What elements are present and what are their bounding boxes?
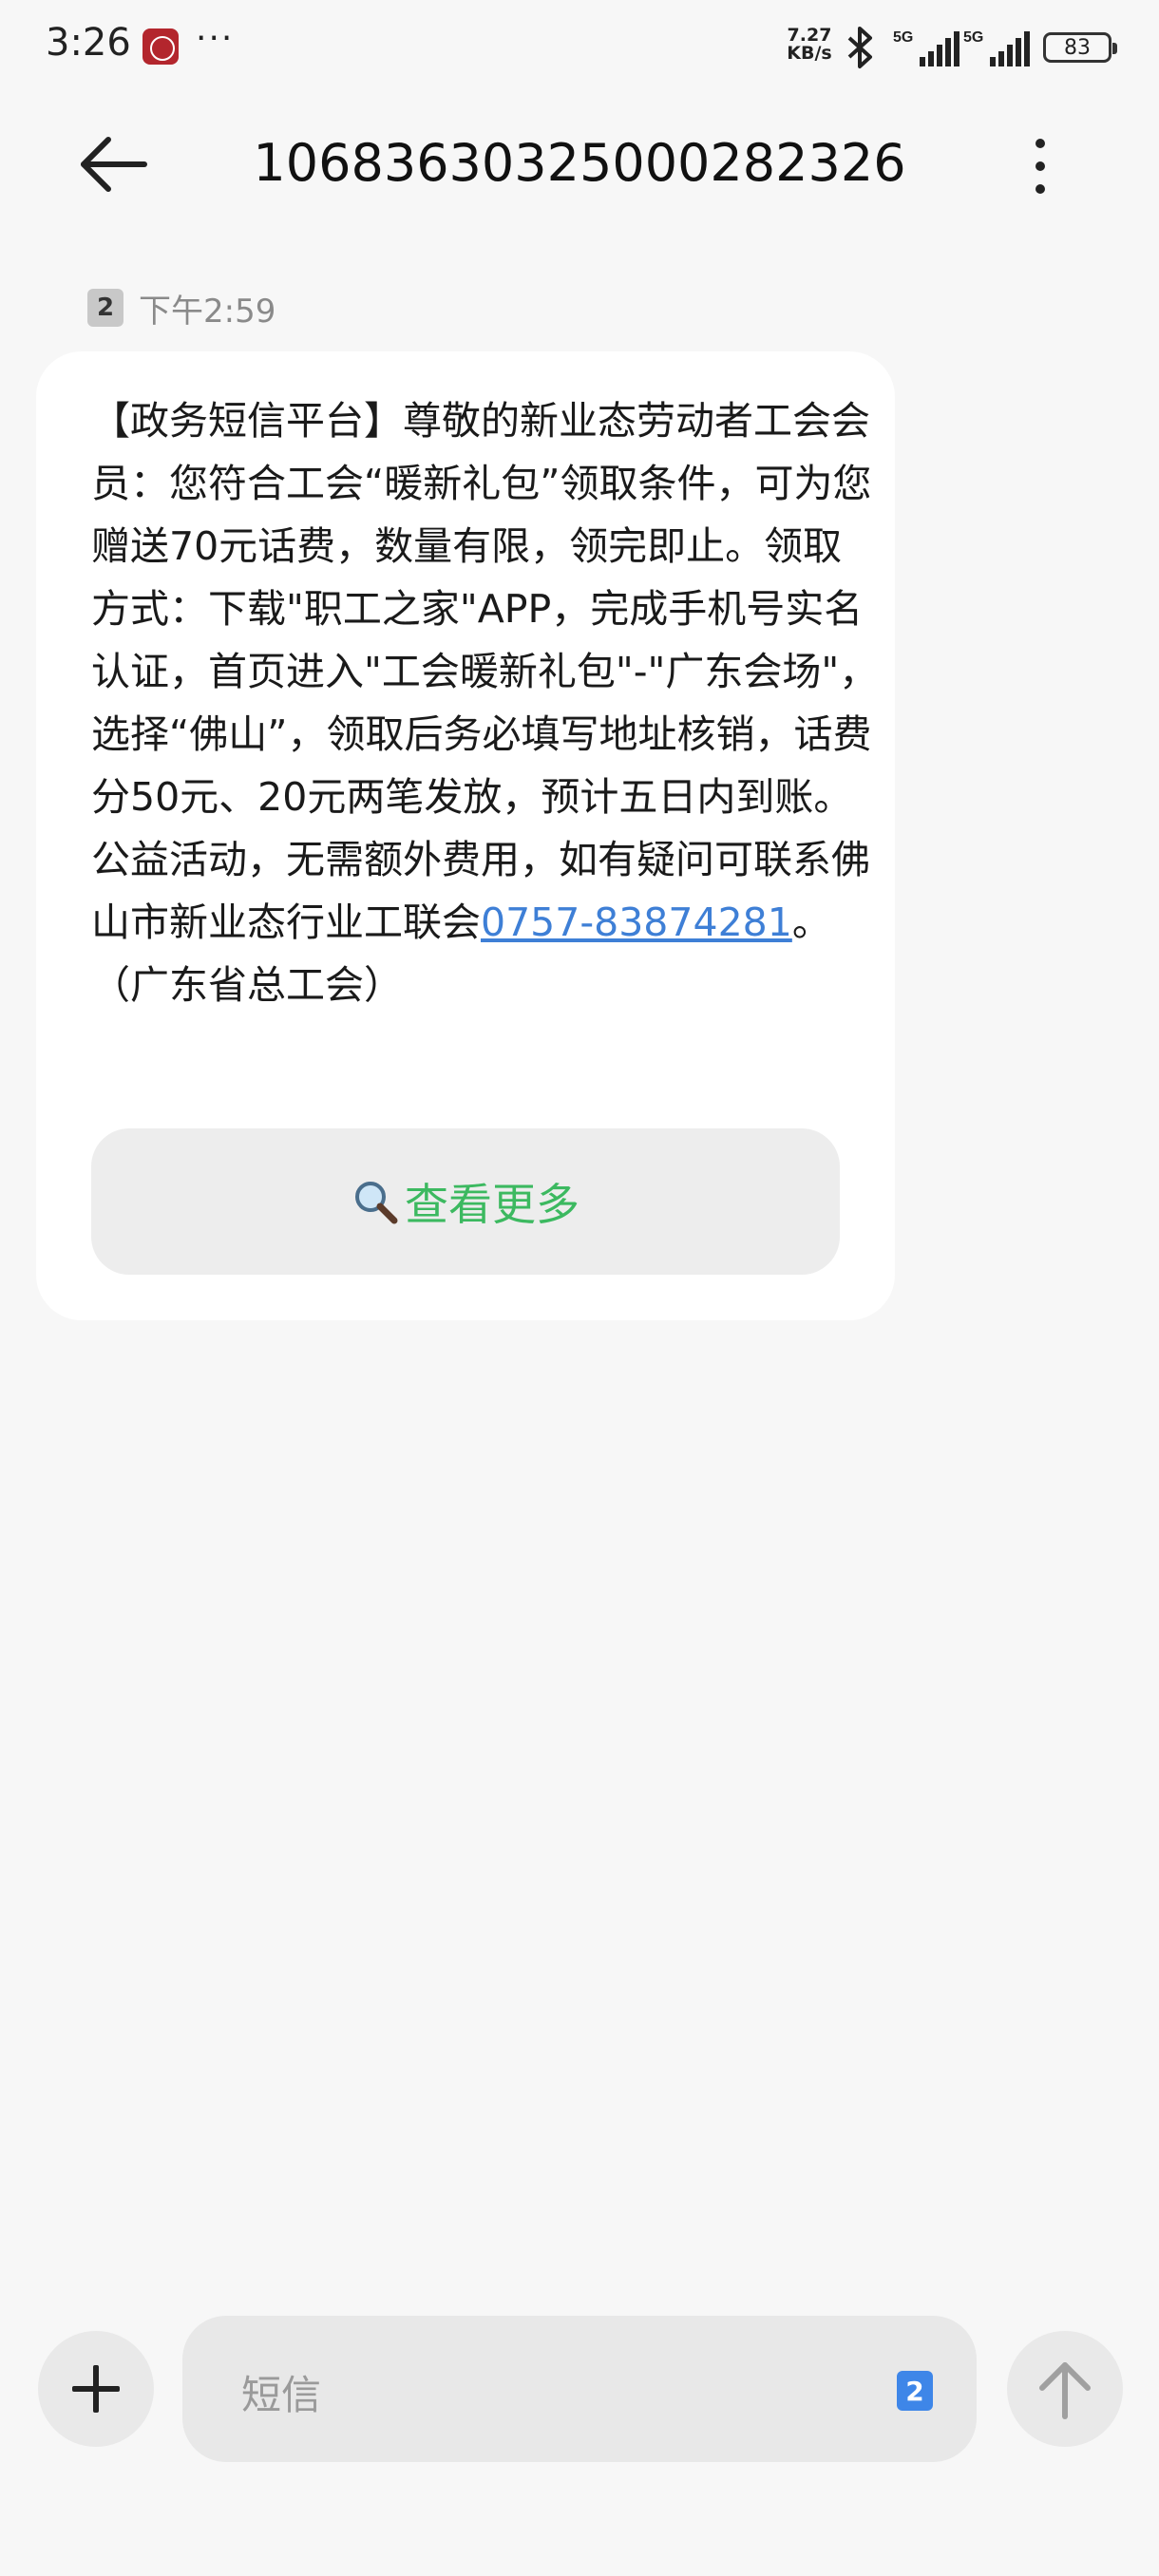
battery-level: 83 bbox=[1064, 35, 1091, 60]
message-text: 【政务短信平台】尊敬的新业态劳动者工会会员：您符合工会“暖新礼包”领取条件，可为… bbox=[91, 398, 879, 945]
message-bubble[interactable]: 【政务短信平台】尊敬的新业态劳动者工会会员：您符合工会“暖新礼包”领取条件，可为… bbox=[36, 351, 895, 1320]
battery-icon: 83 bbox=[1043, 32, 1117, 63]
signal-label: 5G bbox=[963, 29, 983, 46]
contact-number: 10683630325000282326 bbox=[253, 133, 906, 193]
bank-app-notification-icon bbox=[142, 28, 179, 65]
status-bar: 3:26 ··· 7.27 KB/s 5G 5G 83 bbox=[0, 0, 1159, 95]
view-more-button[interactable]: 查看更多 bbox=[91, 1128, 840, 1275]
signal-label: 5G bbox=[893, 29, 913, 46]
message-body: 【政务短信平台】尊敬的新业态劳动者工会会员：您符合工会“暖新礼包”领取条件，可为… bbox=[91, 389, 880, 1016]
message-time: 下午2:59 bbox=[139, 292, 276, 331]
search-icon bbox=[355, 1182, 398, 1224]
sim-slot-badge: 2 bbox=[87, 289, 124, 327]
view-more-label: 查看更多 bbox=[405, 1179, 580, 1230]
send-arrow-icon bbox=[1039, 2362, 1091, 2419]
more-notifications-icon: ··· bbox=[196, 19, 235, 58]
sim-select-badge[interactable]: 2 bbox=[897, 2371, 933, 2411]
conversation-header: 10683630325000282326 bbox=[0, 104, 1159, 228]
plus-icon[interactable] bbox=[38, 2331, 154, 2447]
signal-icon: 5G bbox=[893, 29, 960, 66]
status-time: 3:26 bbox=[46, 21, 131, 65]
send-button[interactable] bbox=[1007, 2331, 1123, 2447]
sms-input[interactable]: 短信 2 bbox=[182, 2316, 977, 2462]
back-arrow-icon[interactable] bbox=[76, 131, 162, 198]
network-speed-unit: KB/s bbox=[787, 43, 832, 64]
sms-input-placeholder: 短信 bbox=[241, 2372, 322, 2418]
bluetooth-icon bbox=[847, 27, 872, 68]
more-vertical-icon[interactable] bbox=[1026, 133, 1054, 199]
network-speed: 7.27 KB/s bbox=[781, 27, 838, 63]
signal-icon: 5G bbox=[963, 29, 1030, 66]
phone-number-link[interactable]: 0757-83874281 bbox=[481, 900, 792, 945]
message-meta: 2 下午2:59 bbox=[87, 285, 276, 331]
